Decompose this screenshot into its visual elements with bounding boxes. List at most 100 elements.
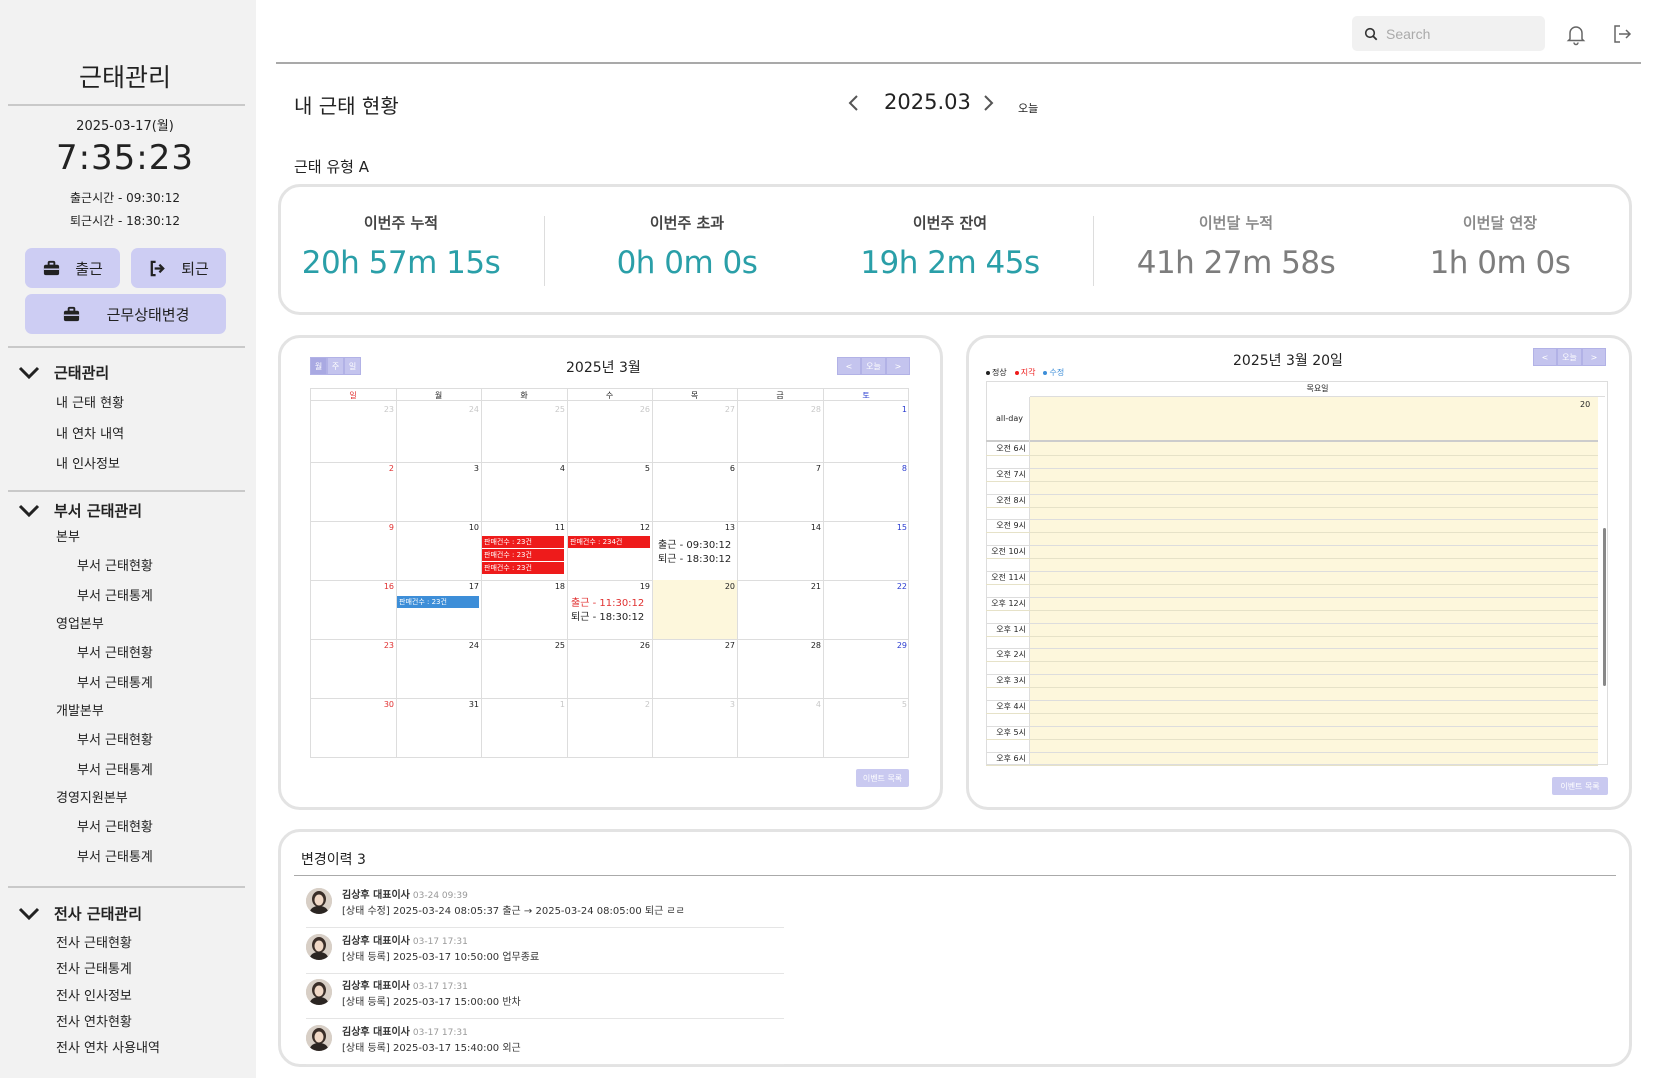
search-box[interactable]: [1352, 16, 1545, 51]
day-number[interactable]: 27: [705, 405, 735, 414]
day-number[interactable]: 4: [791, 700, 821, 709]
day-number[interactable]: 23: [364, 641, 394, 650]
allday-area[interactable]: [1030, 397, 1598, 440]
nav-item-dept-status[interactable]: 부서 근태현황: [77, 642, 153, 661]
nav-dept-name[interactable]: 경영지원본부: [56, 787, 128, 806]
day-prev-button[interactable]: <: [1533, 348, 1557, 366]
checkout-time: 퇴근시간 - 18:30:12: [69, 214, 180, 228]
change-status-button[interactable]: 근무상태변경: [25, 294, 226, 334]
nav-item-dept-status[interactable]: 부서 근태현황: [77, 555, 153, 574]
checkout-button[interactable]: 퇴근: [131, 248, 226, 288]
nav-item-dept-status[interactable]: 부서 근태현황: [77, 729, 153, 748]
nav-item-my-hr[interactable]: 내 인사정보: [56, 453, 120, 472]
nav-group-attendance[interactable]: 근태관리: [18, 362, 109, 383]
day-number[interactable]: 4: [535, 464, 565, 473]
day-number[interactable]: 21: [791, 582, 821, 591]
view-week-button[interactable]: 주: [327, 357, 344, 375]
nav-item-dept-stats[interactable]: 부서 근태통계: [77, 846, 153, 865]
month-prev-button[interactable]: <: [837, 357, 861, 375]
nav-item-company-leave-usage[interactable]: 전사 연차 사용내역: [56, 1037, 160, 1056]
history-message: [상태 등록] 2025-03-17 15:40:00 외근: [342, 1042, 521, 1054]
calendar-event[interactable]: 판매건수 : 23건: [482, 562, 564, 574]
day-number[interactable]: 22: [877, 582, 907, 591]
scrollbar[interactable]: [1603, 528, 1606, 686]
month-next-button[interactable]: >: [886, 357, 910, 375]
day-number[interactable]: 11: [535, 523, 565, 532]
chevron-left-icon[interactable]: [846, 88, 862, 118]
day-number[interactable]: 13: [705, 523, 735, 532]
day-number[interactable]: 26: [620, 405, 650, 414]
logout-icon[interactable]: [1610, 22, 1634, 46]
nav-item-dept-stats[interactable]: 부서 근태통계: [77, 759, 153, 778]
nav-item-company-status[interactable]: 전사 근태현황: [56, 932, 132, 951]
view-month-button[interactable]: 월: [310, 357, 327, 375]
bell-icon[interactable]: [1564, 22, 1588, 46]
day-number[interactable]: 30: [364, 700, 394, 709]
day-next-button[interactable]: >: [1582, 348, 1606, 366]
grid-line: [986, 480, 1598, 482]
nav-item-company-leave[interactable]: 전사 연차현황: [56, 1011, 132, 1030]
day-number[interactable]: 27: [705, 641, 735, 650]
day-event-list-button[interactable]: 이벤트 목록: [1552, 777, 1608, 795]
day-number[interactable]: 24: [449, 641, 479, 650]
day-number[interactable]: 29: [877, 641, 907, 650]
day-number[interactable]: 19: [620, 582, 650, 591]
nav-item-company-stats[interactable]: 전사 근태통계: [56, 958, 132, 977]
calendar-event[interactable]: 판매건수 : 23건: [482, 536, 564, 548]
day-number[interactable]: 14: [791, 523, 821, 532]
history-message: [상태 등록] 2025-03-17 15:00:00 반차: [342, 997, 521, 1008]
day-number[interactable]: 15: [877, 523, 907, 532]
day-number[interactable]: 1: [535, 700, 565, 709]
day-number[interactable]: 8: [877, 464, 907, 473]
checkin-button[interactable]: 출근: [25, 248, 120, 288]
nav-dept-name[interactable]: 개발본부: [56, 700, 104, 719]
nav-dept-name[interactable]: 본부: [56, 526, 80, 545]
chevron-right-icon[interactable]: [980, 88, 996, 118]
hour-area[interactable]: [1030, 442, 1598, 764]
day-number[interactable]: 7: [791, 464, 821, 473]
month-today-button[interactable]: 오늘: [861, 357, 886, 375]
day-number[interactable]: 20: [705, 582, 735, 591]
nav-item-my-attendance[interactable]: 내 근태 현황: [56, 392, 124, 411]
nav-item-my-leave[interactable]: 내 연차 내역: [56, 423, 124, 442]
day-number[interactable]: 2: [620, 700, 650, 709]
day-number[interactable]: 1: [877, 405, 907, 414]
day-number[interactable]: 3: [705, 700, 735, 709]
month-event-list-button[interactable]: 이벤트 목록: [856, 769, 909, 787]
day-number[interactable]: 23: [364, 405, 394, 414]
day-number[interactable]: 6: [705, 464, 735, 473]
day-number[interactable]: 28: [791, 641, 821, 650]
day-number[interactable]: 9: [364, 523, 394, 532]
nav-item-dept-stats[interactable]: 부서 근태통계: [77, 585, 153, 604]
day-number[interactable]: 2: [364, 464, 394, 473]
day-number[interactable]: 16: [364, 582, 394, 591]
view-day-button[interactable]: 일: [344, 357, 361, 375]
day-number[interactable]: 3: [449, 464, 479, 473]
nav-dept-name[interactable]: 영업본부: [56, 613, 104, 632]
day-number[interactable]: 5: [620, 464, 650, 473]
nav-group-dept[interactable]: 부서 근태관리: [18, 500, 142, 521]
calendar-event[interactable]: 판매건수 : 234건: [568, 536, 650, 548]
search-input[interactable]: [1386, 25, 1536, 42]
calendar-event[interactable]: 판매건수 : 23건: [482, 549, 564, 561]
calendar-event[interactable]: 판매건수 : 23건: [397, 596, 479, 608]
day-number[interactable]: 12: [620, 523, 650, 532]
grid-line: [986, 506, 1598, 508]
today-button[interactable]: 오늘: [1018, 100, 1038, 116]
author-name: 김상후 대표이사: [342, 981, 410, 992]
day-today-button[interactable]: 오늘: [1557, 348, 1582, 366]
nav-group-company[interactable]: 전사 근태관리: [18, 903, 142, 924]
day-number[interactable]: 31: [449, 700, 479, 709]
nav-item-dept-stats[interactable]: 부서 근태통계: [77, 672, 153, 691]
day-number[interactable]: 26: [620, 641, 650, 650]
day-number[interactable]: 28: [791, 405, 821, 414]
day-number[interactable]: 17: [449, 582, 479, 591]
day-number[interactable]: 25: [535, 405, 565, 414]
day-number[interactable]: 18: [535, 582, 565, 591]
nav-item-dept-status[interactable]: 부서 근태현황: [77, 816, 153, 835]
day-number[interactable]: 5: [877, 700, 907, 709]
nav-item-company-hr[interactable]: 전사 인사정보: [56, 985, 132, 1004]
day-number[interactable]: 10: [449, 523, 479, 532]
day-number[interactable]: 25: [535, 641, 565, 650]
day-number[interactable]: 24: [449, 405, 479, 414]
